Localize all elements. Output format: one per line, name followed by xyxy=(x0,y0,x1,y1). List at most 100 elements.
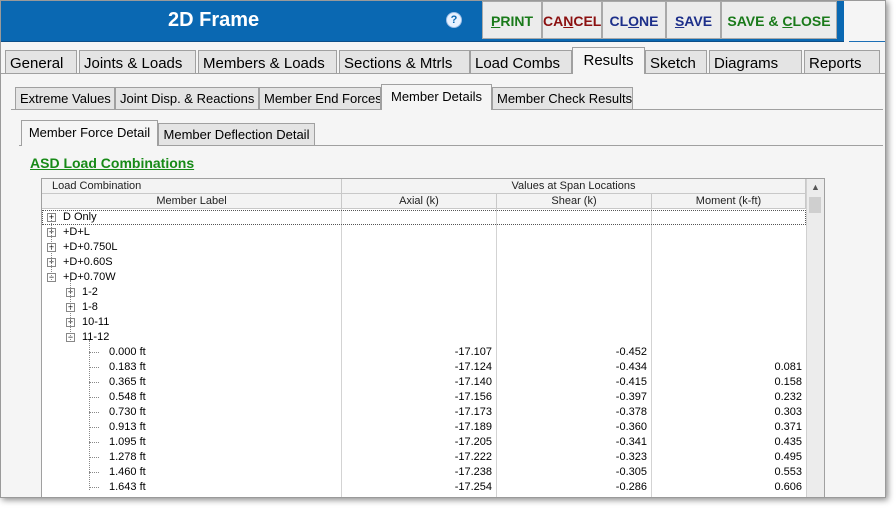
scroll-thumb[interactable] xyxy=(809,197,821,213)
combo-row[interactable]: + +D+0.750L xyxy=(42,240,806,255)
scroll-up-icon[interactable]: ▲ xyxy=(811,182,820,192)
tree-guide xyxy=(89,340,90,490)
tree-guide xyxy=(51,220,52,280)
shear-value: -0.341 xyxy=(615,436,647,448)
title-bar: 2D Frame ? PRINT CANCEL CLONE SAVE SAVE … xyxy=(1,1,844,42)
member-row[interactable]: +1-8 xyxy=(42,300,806,315)
span-row[interactable]: 1.278 ft -17.222 -0.323 0.495 xyxy=(42,450,806,465)
tree-connector xyxy=(89,382,99,383)
combo-row[interactable]: − +D+0.70W xyxy=(42,270,806,285)
header-axial: Axial (k) xyxy=(342,194,497,209)
save-close-button-accel: C xyxy=(782,13,793,29)
tab-member-deflection-detail[interactable]: Member Deflection Detail xyxy=(158,123,315,145)
tab-member-check-results[interactable]: Member Check Results xyxy=(492,87,633,109)
help-icon[interactable]: ? xyxy=(446,12,462,28)
span-row[interactable]: 0.183 ft -17.124 -0.434 0.081 xyxy=(42,360,806,375)
tab-reports[interactable]: Reports xyxy=(804,50,880,73)
print-button-suffix: RINT xyxy=(500,13,533,29)
tab-joint-disp-reactions[interactable]: Joint Disp. & Reactions xyxy=(115,87,259,109)
moment-value xyxy=(652,345,802,360)
save-button[interactable]: SAVE xyxy=(666,1,721,39)
shear-value: -0.452 xyxy=(615,346,647,358)
shear-value: -0.360 xyxy=(615,421,647,433)
axial-value: -17.140 xyxy=(454,376,492,388)
span-location: 0.000 ft xyxy=(109,346,146,358)
tab-member-details[interactable]: Member Details xyxy=(381,84,492,110)
span-location: 0.548 ft xyxy=(109,391,146,403)
axial-value: -17.254 xyxy=(454,481,492,493)
span-row[interactable]: 1.095 ft -17.205 -0.341 0.435 xyxy=(42,435,806,450)
shear-value: -0.397 xyxy=(615,391,647,403)
tab-load-combs[interactable]: Load Combs xyxy=(470,50,572,73)
cancel-button[interactable]: CANCEL xyxy=(542,1,602,39)
span-row[interactable]: 1.460 ft -17.238 -0.305 0.553 xyxy=(42,465,806,480)
clone-button-accel: O xyxy=(628,13,640,29)
axial-value: -17.107 xyxy=(454,346,492,358)
save-button-suffix: AVE xyxy=(684,13,713,29)
tree-connector xyxy=(89,412,99,413)
span-row[interactable]: 0.913 ft -17.189 -0.360 0.371 xyxy=(42,420,806,435)
frame-window: 2D Frame ? PRINT CANCEL CLONE SAVE SAVE … xyxy=(0,0,886,498)
header-moment: Moment (k-ft) xyxy=(652,194,806,209)
tree-connector xyxy=(89,397,99,398)
member-label: 1-8 xyxy=(82,301,98,313)
tab-member-end-forces[interactable]: Member End Forces xyxy=(259,87,381,109)
tree-guide xyxy=(70,280,71,340)
tab-extreme-values[interactable]: Extreme Values xyxy=(15,87,115,109)
combo-row[interactable]: + +D+L xyxy=(42,225,806,240)
span-row[interactable]: 0.000 ft -17.107 -0.452 xyxy=(42,345,806,360)
member-row[interactable]: +1-2 xyxy=(42,285,806,300)
tab-general[interactable]: General xyxy=(5,50,77,73)
cancel-button-suffix: CEL xyxy=(573,13,602,29)
cancel-button-prefix: CA xyxy=(543,13,564,29)
span-location: 0.183 ft xyxy=(109,361,146,373)
member-row[interactable]: −11-12 xyxy=(42,330,806,345)
combo-label: D Only xyxy=(63,211,97,223)
member-row[interactable]: +10-11 xyxy=(42,315,806,330)
tree-connector xyxy=(89,352,99,353)
save-close-button-suffix: LOSE xyxy=(792,13,831,29)
tab-member-force-detail[interactable]: Member Force Detail xyxy=(21,120,158,146)
tab-joints-loads[interactable]: Joints & Loads xyxy=(79,50,196,73)
window-title: 2D Frame xyxy=(168,9,260,31)
cancel-button-accel: N xyxy=(563,13,574,29)
tab-sketch[interactable]: Sketch xyxy=(645,50,707,73)
tree-connector xyxy=(89,472,99,473)
shear-value: -0.323 xyxy=(615,451,647,463)
span-row[interactable]: 0.548 ft -17.156 -0.397 0.232 xyxy=(42,390,806,405)
moment-value: 0.081 xyxy=(774,361,802,373)
title-divider xyxy=(849,41,885,42)
header-member-label: Member Label xyxy=(42,194,342,209)
span-row[interactable]: 0.730 ft -17.173 -0.378 0.303 xyxy=(42,405,806,420)
print-button-accel: P xyxy=(490,13,501,29)
combo-row[interactable]: + +D+0.60S xyxy=(42,255,806,270)
header-load-combination: Load Combination xyxy=(42,179,342,194)
combo-label: +D+L xyxy=(63,226,90,238)
tab-results[interactable]: Results xyxy=(572,47,645,74)
moment-value: 0.371 xyxy=(774,421,802,433)
combo-row[interactable]: + D Only xyxy=(42,210,806,225)
moment-value: 0.435 xyxy=(774,436,802,448)
span-location: 1.095 ft xyxy=(109,436,146,448)
save-close-button-prefix: SAVE & xyxy=(727,13,783,29)
tab-members-loads[interactable]: Members & Loads xyxy=(198,50,337,73)
tab-sections-mtrls[interactable]: Sections & Mtrls xyxy=(339,50,470,73)
span-location: 0.913 ft xyxy=(109,421,146,433)
save-button-accel: S xyxy=(674,13,685,29)
moment-value: 0.553 xyxy=(774,466,802,478)
section-title[interactable]: ASD Load Combinations xyxy=(30,155,194,171)
vertical-scrollbar[interactable]: ▲ xyxy=(806,179,824,497)
span-row[interactable]: 0.365 ft -17.140 -0.415 0.158 xyxy=(42,375,806,390)
span-location: 1.460 ft xyxy=(109,466,146,478)
moment-value: 0.495 xyxy=(774,451,802,463)
tab-diagrams[interactable]: Diagrams xyxy=(709,50,802,73)
save-and-close-button[interactable]: SAVE & CLOSE xyxy=(721,1,837,39)
clone-button[interactable]: CLONE xyxy=(602,1,666,39)
print-button[interactable]: PRINT xyxy=(482,1,542,39)
span-row[interactable]: 1.643 ft -17.254 -0.286 0.606 xyxy=(42,480,806,495)
span-location: 1.278 ft xyxy=(109,451,146,463)
shear-value: -0.415 xyxy=(615,376,647,388)
tree-connector xyxy=(89,457,99,458)
results-grid: Load Combination Values at Span Location… xyxy=(41,178,825,497)
axial-value: -17.156 xyxy=(454,391,492,403)
